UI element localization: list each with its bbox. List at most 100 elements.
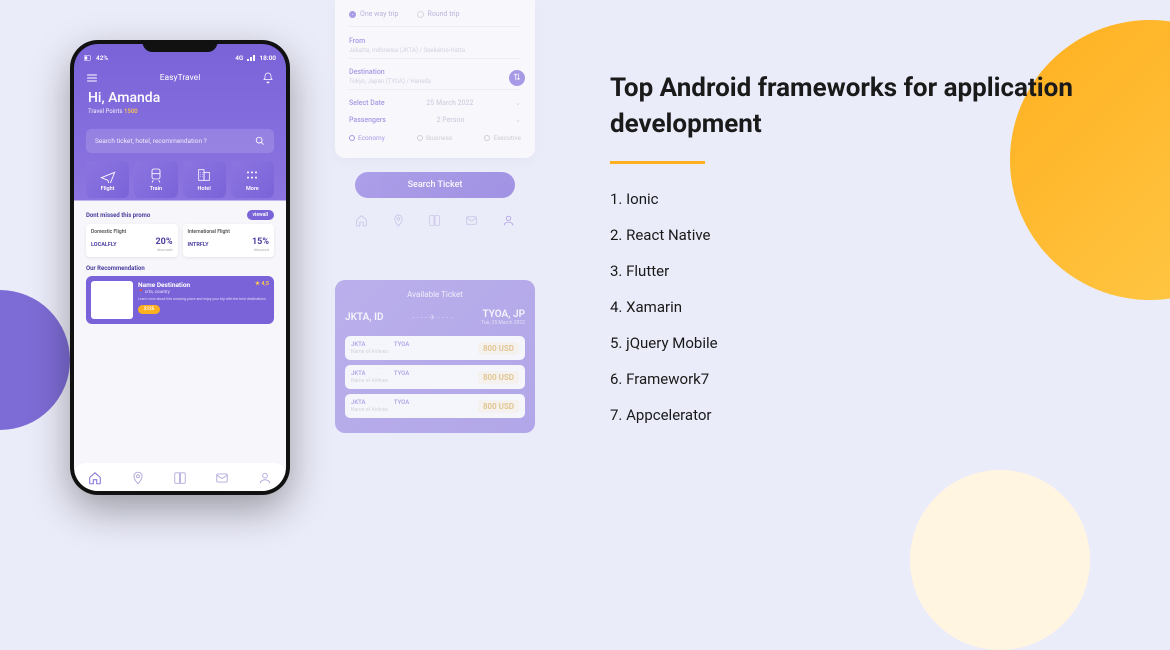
route-from: JKTA, ID	[345, 312, 383, 323]
radio-round-trip[interactable]: Round trip	[417, 10, 460, 18]
list-item: 4. Xamarin	[610, 298, 1090, 316]
ticket-item[interactable]: JKTA· · · · ·TYOA Name of Airlines 800 U…	[345, 365, 525, 389]
category-label: Train	[137, 186, 174, 192]
ticket-item[interactable]: JKTA· · · · ·TYOA Name of Airlines 800 U…	[345, 394, 525, 418]
points-label: Travel Points	[88, 108, 123, 115]
list-item: 7. Appcelerator	[610, 406, 1090, 424]
class-executive[interactable]: Executive	[484, 134, 521, 142]
category-row: Flight Train Hotel More	[74, 153, 286, 206]
recommendation-name: Name Destination	[138, 281, 190, 289]
ticket-from: JKTA	[351, 399, 366, 406]
home-icon[interactable]	[88, 471, 102, 485]
booking-form-card: One way trip Round trip From Jakarta, In…	[335, 0, 535, 158]
field-value: 2 Person	[437, 116, 465, 124]
radio-dot-icon	[349, 11, 356, 18]
route-to: TYOA, JP Tue, 25 March 2022	[481, 309, 525, 326]
bottom-nav	[74, 463, 286, 491]
recommendation-price: $125	[138, 305, 160, 314]
recommendation-location: 📍 crta, country	[138, 290, 269, 295]
ticket-price: 800 USD	[478, 371, 519, 384]
mail-icon[interactable]	[465, 214, 478, 227]
promo-row: Domestic Flight LOCALFLY 20% discount In…	[74, 222, 286, 263]
location-icon[interactable]	[392, 214, 405, 227]
radio-dot-icon	[484, 135, 490, 141]
ticket-from: JKTA	[351, 341, 366, 348]
passengers-field[interactable]: Passengers 2 Person ⌄	[349, 116, 521, 124]
radio-one-way[interactable]: One way trip	[349, 10, 399, 18]
category-label: Hotel	[186, 186, 223, 192]
viewall-button[interactable]: viewall	[247, 210, 274, 220]
phone-notch	[143, 40, 218, 52]
mini-bottom-nav	[335, 208, 535, 239]
date-field[interactable]: Select Date25 March 2022⌄	[349, 99, 521, 107]
greeting-text: Hi, Amanda	[88, 90, 272, 106]
clock-label: 18:00	[259, 54, 276, 62]
points-row: Travel Points 1500	[88, 108, 272, 115]
list-item: 5. jQuery Mobile	[610, 334, 1090, 352]
phone-screen: 42% 4G 18:00 EasyTravel Hi, Amanda Trave…	[74, 44, 286, 491]
category-flight[interactable]: Flight	[86, 161, 129, 198]
ticket-airline: Name of Airlines	[351, 378, 478, 384]
field-label: Select Date	[349, 99, 385, 107]
destination-field[interactable]: Destination Tokyo, Japan (TYOA) / Haneda…	[349, 68, 521, 90]
route-arrow-icon: - - - - ✈ - - - -	[383, 313, 481, 322]
mail-icon[interactable]	[215, 471, 229, 485]
promo-sub: discount	[156, 247, 173, 252]
signal-icon	[247, 55, 255, 61]
from-field[interactable]: From Jakarta, Indonesia (JKTA) / Soekarn…	[349, 37, 521, 59]
class-label: Executive	[493, 134, 521, 142]
radio-label: Round trip	[428, 10, 460, 18]
radio-label: One way trip	[360, 10, 399, 18]
class-radio-row: Economy Business Executive	[349, 134, 521, 142]
promo-code: INTRFLY	[188, 242, 209, 248]
field-value: Jakarta, Indonesia (JKTA) / Soekarno-Hat…	[349, 47, 521, 59]
radio-dot-icon	[349, 135, 355, 141]
article-content: Top Android frameworks for application d…	[610, 70, 1090, 442]
home-icon[interactable]	[355, 214, 368, 227]
book-icon[interactable]	[173, 471, 187, 485]
radio-dot-icon	[417, 11, 424, 18]
available-title: Available Ticket	[345, 290, 525, 299]
search-input[interactable]: Search ticket, hotel, recommendation ?	[86, 129, 274, 153]
class-economy[interactable]: Economy	[349, 134, 385, 142]
trip-type-radio: One way trip Round trip	[349, 10, 521, 27]
field-label: Destination	[349, 68, 521, 76]
promo-card-international[interactable]: International Flight INTRFLY 15% discoun…	[183, 224, 275, 257]
promo-sub: discount	[252, 247, 269, 252]
promo-code: LOCALFLY	[91, 242, 117, 248]
list-item: 2. React Native	[610, 226, 1090, 244]
chevron-down-icon: ⌄	[515, 116, 521, 124]
category-more[interactable]: More	[231, 161, 274, 198]
recommendation-card[interactable]: Name Destination ★ 4,5 📍 crta, country L…	[86, 276, 274, 324]
field-label: Passengers	[349, 116, 386, 124]
location-icon[interactable]	[131, 471, 145, 485]
phone-mockup: 42% 4G 18:00 EasyTravel Hi, Amanda Trave…	[70, 40, 290, 495]
category-train[interactable]: Train	[134, 161, 177, 198]
recommendation-rating: ★ 4,5	[255, 281, 269, 287]
plane-icon	[100, 167, 116, 183]
category-label: Flight	[89, 186, 126, 192]
ticket-airline: Name of Airlines	[351, 349, 478, 355]
class-business[interactable]: Business	[417, 134, 452, 142]
menu-icon[interactable]	[86, 72, 98, 84]
list-item: 3. Flutter	[610, 262, 1090, 280]
ticket-price: 800 USD	[478, 400, 519, 413]
swap-button[interactable]: ⇅	[509, 70, 525, 86]
list-item: 6. Framework7	[610, 370, 1090, 388]
ticket-to: TYOA	[394, 370, 409, 377]
category-hotel[interactable]: Hotel	[183, 161, 226, 198]
field-label: From	[349, 37, 521, 45]
bell-icon[interactable]	[262, 72, 274, 84]
ticket-to: TYOA	[394, 341, 409, 348]
book-icon[interactable]	[428, 214, 441, 227]
ticket-price: 800 USD	[478, 342, 519, 355]
profile-icon[interactable]	[502, 214, 515, 227]
greeting-block: Hi, Amanda Travel Points 1500	[74, 86, 286, 129]
route-row: JKTA, ID - - - - ✈ - - - - TYOA, JP Tue,…	[345, 309, 525, 326]
app-header: EasyTravel	[74, 66, 286, 86]
recommendation-title: Our Recommendation	[74, 263, 286, 274]
ticket-item[interactable]: JKTA· · · · ·TYOA Name of Airlines 800 U…	[345, 336, 525, 360]
search-ticket-button[interactable]: Search Ticket	[355, 172, 515, 198]
promo-card-domestic[interactable]: Domestic Flight LOCALFLY 20% discount	[86, 224, 178, 257]
profile-icon[interactable]	[258, 471, 272, 485]
